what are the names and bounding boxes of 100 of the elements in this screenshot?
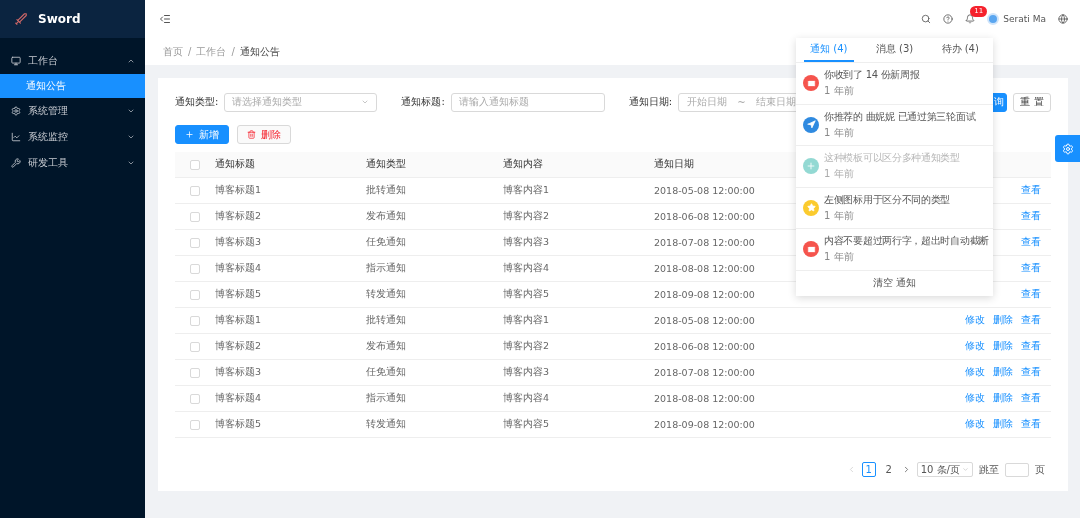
menu-item[interactable]: 工作台 [0, 48, 145, 74]
menu-item[interactable]: 系统管理 [0, 98, 145, 124]
checkbox[interactable] [190, 289, 200, 300]
table-cell: 博客内容1 [503, 314, 550, 327]
action-link[interactable]: 修改 [965, 418, 985, 431]
add-button[interactable]: 新增 [175, 125, 229, 144]
table-cell: 指示通知 [366, 392, 406, 405]
logo-text: Sword [38, 12, 81, 26]
notification-text: 你推荐的 曲妮妮 已通过第三轮面试 [824, 109, 976, 124]
avatar[interactable] [987, 13, 1000, 25]
action-link[interactable]: 查看 [1021, 262, 1041, 275]
table-cell: 转发通知 [366, 418, 406, 431]
checkbox[interactable] [190, 159, 200, 170]
action-link[interactable]: 查看 [1021, 314, 1041, 327]
user-name[interactable]: Serati Ma [1003, 14, 1046, 24]
jump-label: 跳至 [979, 462, 999, 477]
gear-icon [11, 106, 21, 116]
action-link[interactable]: 查看 [1021, 288, 1041, 301]
page-button[interactable]: 2 [881, 462, 896, 477]
reset-button[interactable]: 重 置 [1013, 92, 1051, 112]
action-link[interactable]: 删除 [993, 366, 1013, 379]
notification-item[interactable]: 你推荐的 曲妮妮 已通过第三轮面试 1 年前 [796, 104, 993, 146]
action-link[interactable]: 查看 [1021, 210, 1041, 223]
menu-item[interactable]: 研发工具 [0, 150, 145, 176]
chart-icon [11, 132, 21, 142]
action-link[interactable]: 修改 [965, 340, 985, 353]
notification-time: 1 年前 [824, 167, 855, 182]
page-size-select[interactable]: 10 条/页 [916, 462, 973, 477]
table-cell: 博客标题3 [215, 366, 262, 379]
bell-icon[interactable] [965, 14, 976, 24]
action-link[interactable]: 修改 [965, 366, 985, 379]
submenu-item[interactable]: 通知公告 [0, 74, 145, 98]
checkbox[interactable] [190, 211, 200, 222]
breadcrumb-item[interactable]: 工作台 [196, 44, 227, 59]
action-link[interactable]: 删除 [993, 392, 1013, 405]
table-cell: 博客标题4 [215, 262, 262, 275]
table-cell: 2018-07-08 12:00:00 [654, 367, 755, 378]
chevron-down-icon [127, 159, 135, 167]
notification-time: 1 年前 [824, 250, 855, 265]
action-link[interactable]: 查看 [1021, 184, 1041, 197]
notification-item[interactable]: 左侧图标用于区分不同的类型 1 年前 [796, 187, 993, 229]
action-link[interactable]: 修改 [965, 314, 985, 327]
action-link[interactable]: 查看 [1021, 392, 1041, 405]
checkbox[interactable] [190, 419, 200, 430]
table-cell: 博客标题3 [215, 236, 262, 249]
table-cell: 任免通知 [366, 236, 406, 249]
checkbox[interactable] [190, 263, 200, 274]
field-label: 通知日期: [628, 95, 673, 109]
notification-time: 1 年前 [824, 125, 855, 140]
chevron-up-icon [127, 57, 135, 65]
delete-button[interactable]: 删除 [237, 125, 291, 144]
checkbox[interactable] [190, 315, 200, 326]
action-link[interactable]: 查看 [1021, 340, 1041, 353]
column-header: 通知内容 [503, 158, 543, 171]
action-link[interactable]: 删除 [993, 418, 1013, 431]
table-cell: 博客标题1 [215, 184, 262, 197]
action-link[interactable]: 查看 [1021, 418, 1041, 431]
chevron-down-icon [361, 98, 370, 106]
pointer-icon [806, 120, 816, 130]
settings-icon [1061, 142, 1074, 155]
field-label: 通知标题: [401, 95, 445, 109]
checkbox[interactable] [190, 237, 200, 248]
clear-notifications-button[interactable]: 清空 通知 [796, 270, 993, 296]
notification-text: 这种模板可以区分多种通知类型 [824, 151, 960, 166]
table-cell: 博客内容5 [503, 418, 550, 431]
page-suffix: 页 [1035, 462, 1045, 477]
menu-fold-icon[interactable] [159, 13, 171, 25]
breadcrumb-item[interactable]: 通知公告 [239, 44, 280, 59]
page-button[interactable]: 1 [861, 462, 876, 477]
help-icon[interactable] [943, 14, 954, 24]
checkbox[interactable] [190, 367, 200, 378]
search-icon[interactable] [921, 14, 932, 24]
action-link[interactable]: 删除 [993, 314, 1013, 327]
checkbox[interactable] [190, 393, 200, 404]
column-header: 通知类型 [366, 158, 406, 171]
action-link[interactable]: 查看 [1021, 366, 1041, 379]
table-cell: 任免通知 [366, 366, 406, 379]
globe-icon[interactable] [1058, 14, 1068, 24]
checkbox[interactable] [190, 185, 200, 196]
breadcrumb-item[interactable]: 首页 [163, 44, 183, 59]
action-link[interactable]: 删除 [993, 340, 1013, 353]
table-cell: 博客标题4 [215, 392, 262, 405]
table-cell: 博客标题5 [215, 288, 262, 301]
type-select[interactable]: 请选择通知类型 [224, 92, 378, 112]
notification-item[interactable]: 你收到了 14 份新周报 1 年前 [796, 63, 993, 105]
jump-input-field[interactable] [1005, 462, 1029, 477]
sword-icon [14, 12, 28, 26]
settings-button[interactable] [1055, 135, 1080, 162]
notification-item[interactable]: 内容不要超过两行字，超出时自动截断 1 年前 [796, 229, 993, 271]
table-cell: 博客内容2 [503, 210, 550, 223]
menu-item[interactable]: 系统监控 [0, 124, 145, 150]
notification-tab[interactable]: 待办 (4) [935, 38, 985, 62]
action-link[interactable]: 修改 [965, 392, 985, 405]
checkbox[interactable] [190, 341, 200, 352]
notification-tab[interactable]: 通知 (4) [804, 38, 854, 62]
notification-tab[interactable]: 消息 (3) [869, 38, 920, 62]
table-cell: 博客内容3 [503, 236, 550, 249]
table-cell: 2018-05-08 12:00:00 [654, 315, 755, 326]
action-link[interactable]: 查看 [1021, 236, 1041, 249]
title-input-field[interactable]: 请输入通知标题 [450, 92, 605, 112]
